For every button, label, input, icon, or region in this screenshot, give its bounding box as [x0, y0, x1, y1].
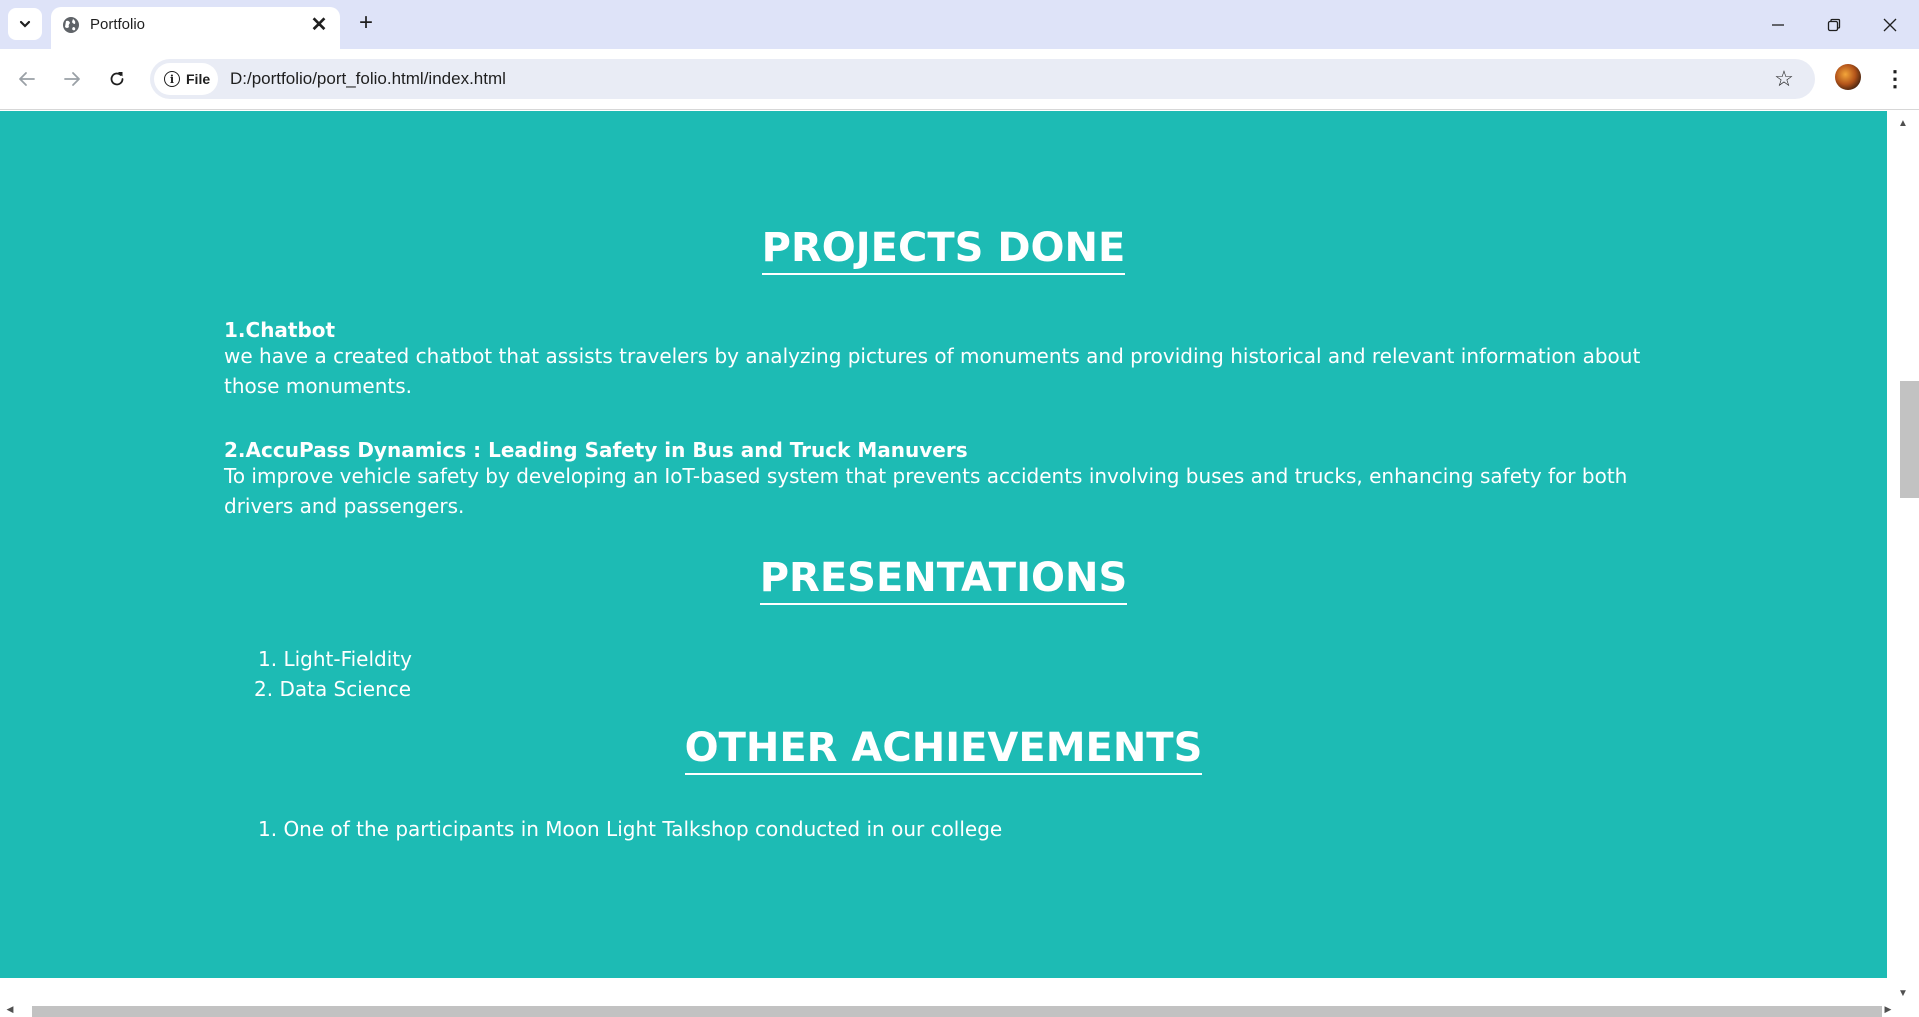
portfolio-section: PROJECTS DONE 1.Chatbot we have a create… — [0, 111, 1887, 978]
horizontal-scroll-thumb[interactable] — [32, 1006, 1882, 1017]
chevron-down-icon — [19, 20, 31, 28]
bookmark-star-icon[interactable]: ☆ — [1771, 66, 1797, 92]
back-arrow-icon — [19, 72, 35, 86]
forward-button[interactable] — [55, 62, 89, 96]
back-button[interactable] — [10, 62, 44, 96]
address-bar[interactable]: i File D:/portfolio/port_folio.html/inde… — [150, 59, 1815, 99]
minimize-icon — [1772, 23, 1784, 26]
reload-button[interactable] — [100, 62, 134, 96]
projects-heading: PROJECTS DONE — [0, 223, 1887, 275]
restore-button[interactable] — [1806, 0, 1862, 49]
minimize-button[interactable] — [1750, 0, 1806, 49]
reload-icon — [110, 72, 124, 86]
browser-tab[interactable]: Portfolio ✕ — [51, 7, 340, 49]
restore-icon — [1827, 18, 1841, 31]
presentations-heading-text: PRESENTATIONS — [759, 553, 1128, 605]
tab-strip: Portfolio ✕ + — [0, 0, 1919, 49]
globe-icon — [63, 17, 79, 33]
site-info-chip[interactable]: i File — [154, 63, 218, 95]
profile-avatar[interactable] — [1835, 64, 1861, 90]
projects-heading-text: PROJECTS DONE — [761, 223, 1126, 275]
presentations-heading: PRESENTATIONS — [0, 553, 1887, 605]
site-info-label: File — [186, 71, 211, 87]
horizontal-scrollbar[interactable]: ◀ ▶ — [0, 1002, 1919, 1017]
forward-arrow-icon — [64, 72, 80, 86]
page-viewport: PROJECTS DONE 1.Chatbot we have a create… — [0, 111, 1919, 1017]
scroll-up-arrow-icon[interactable]: ▲ — [1887, 113, 1919, 133]
new-tab-button[interactable]: + — [352, 9, 380, 37]
close-icon — [1883, 18, 1897, 31]
tab-search-button[interactable] — [8, 8, 42, 40]
scroll-down-arrow-icon[interactable]: ▼ — [1887, 983, 1919, 1003]
tab-title: Portfolio — [90, 16, 146, 33]
scroll-left-arrow-icon[interactable]: ◀ — [2, 1002, 18, 1017]
kebab-menu-icon[interactable]: ⋮ — [1880, 62, 1910, 96]
list-item: 2. Data Science — [254, 677, 412, 701]
project-description: we have a created chatbot that assists t… — [224, 344, 1641, 398]
list-item: 1. One of the participants in Moon Light… — [258, 817, 1003, 841]
project-title: 2.AccuPass Dynamics : Leading Safety in … — [224, 438, 968, 462]
project-description: To improve vehicle safety by developing … — [224, 464, 1628, 518]
info-icon: i — [164, 71, 180, 87]
vertical-scrollbar[interactable]: ▲ ▼ — [1887, 111, 1919, 1002]
scroll-right-arrow-icon[interactable]: ▶ — [1880, 1002, 1896, 1017]
close-tab-icon[interactable]: ✕ — [308, 13, 330, 36]
project-title: 1.Chatbot — [224, 318, 336, 342]
browser-toolbar: i File D:/portfolio/port_folio.html/inde… — [0, 49, 1919, 110]
achievements-heading: OTHER ACHIEVEMENTS — [0, 723, 1887, 775]
url-text[interactable]: D:/portfolio/port_folio.html/index.html — [230, 69, 506, 89]
achievements-heading-text: OTHER ACHIEVEMENTS — [684, 723, 1203, 775]
close-window-button[interactable] — [1862, 0, 1918, 49]
vertical-scroll-thumb[interactable] — [1900, 381, 1919, 498]
list-item: 1. Light-Fieldity — [258, 647, 412, 671]
